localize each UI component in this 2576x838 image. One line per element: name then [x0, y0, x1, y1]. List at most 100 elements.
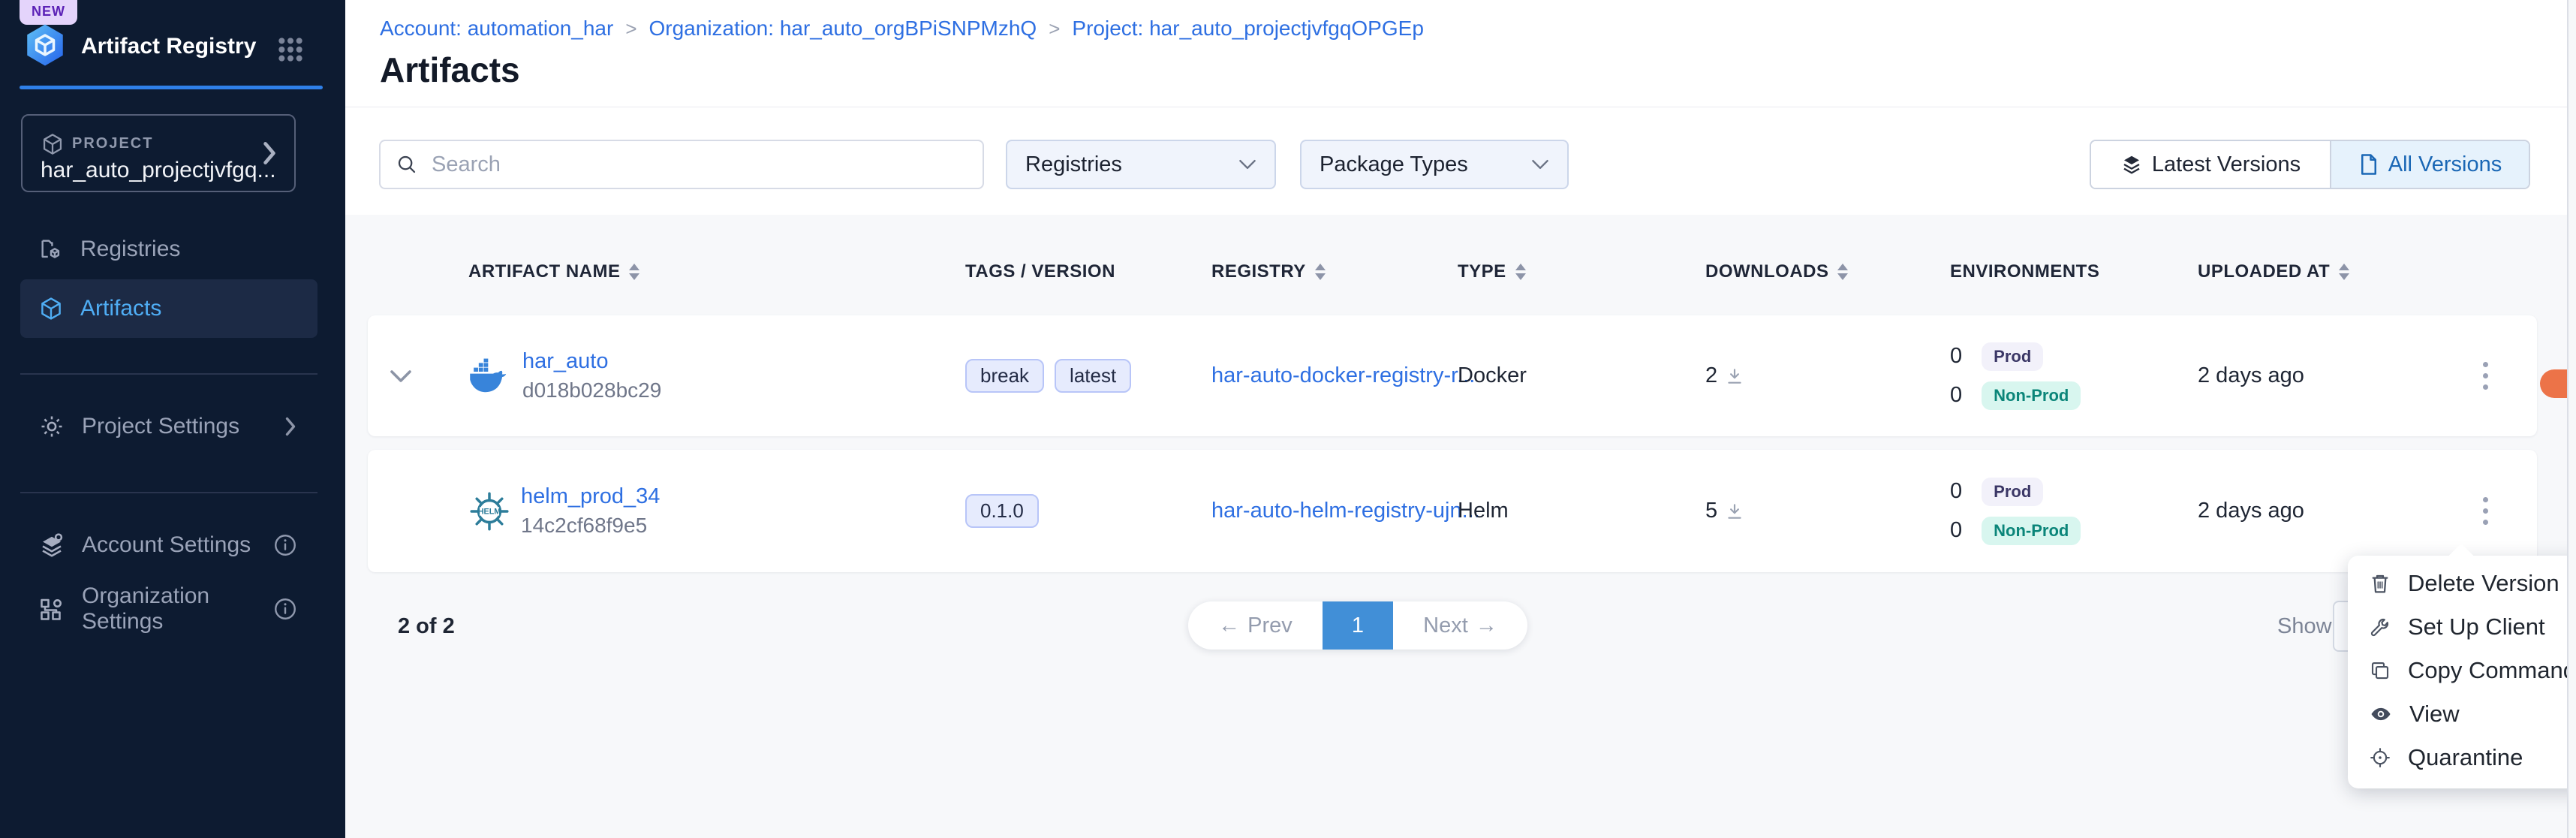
chevron-down-icon [1238, 158, 1256, 170]
env-prod-badge: Prod [1982, 342, 2043, 371]
project-cube-icon [41, 132, 65, 156]
menu-item-set-up-client[interactable]: Set Up Client [2348, 605, 2576, 649]
uploaded-at: 2 days ago [2192, 363, 2433, 388]
all-versions-button[interactable]: All Versions [2331, 141, 2529, 188]
sidebar-item-label: Registries [80, 237, 180, 262]
layers-gear-icon [38, 532, 65, 559]
prev-page-button[interactable]: ← Prev [1188, 601, 1323, 650]
env-prod-count: 0 [1950, 344, 1962, 369]
downloads-count: 5 [1705, 499, 1717, 523]
eye-icon [2369, 703, 2393, 725]
page-title: Artifacts [380, 50, 520, 90]
downloads-count: 2 [1705, 363, 1717, 388]
tag-pill[interactable]: latest [1055, 359, 1131, 393]
sort-icon[interactable] [1515, 264, 1526, 280]
project-name: har_auto_projectjvfgq... [41, 158, 276, 183]
svg-text:HELM: HELM [478, 507, 501, 516]
page-number-button[interactable]: 1 [1323, 601, 1393, 650]
uploaded-at: 2 days ago [2192, 499, 2433, 523]
sidebar-item-registries[interactable]: Registries [20, 222, 317, 276]
show-label: Show [2277, 614, 2332, 639]
env-nonprod-badge: Non-Prod [1982, 517, 2081, 545]
latest-versions-button[interactable]: Latest Versions [2091, 141, 2331, 188]
sidebar-item-project-settings[interactable]: Project Settings [20, 399, 317, 454]
download-icon [1725, 366, 1744, 386]
toolbar: Registries Package Types Latest Versions [345, 107, 2576, 215]
organization-gear-icon [38, 595, 65, 622]
breadcrumb-organization-link[interactable]: Organization: har_auto_orgBPiSNPMzhQ [649, 17, 1037, 41]
artifacts-icon [38, 296, 64, 321]
help-resource-button[interactable] [2540, 369, 2567, 398]
menu-item-view[interactable]: View [2348, 692, 2576, 736]
new-badge: NEW [20, 0, 77, 25]
search-input[interactable] [430, 152, 968, 178]
project-selector[interactable]: PROJECT har_auto_projectjvfgq... [21, 114, 296, 192]
latest-versions-label: Latest Versions [2152, 152, 2301, 177]
gear-icon [38, 413, 65, 440]
left-arrow-icon: ← [1218, 613, 1240, 638]
next-page-button[interactable]: Next → [1393, 601, 1527, 650]
all-versions-label: All Versions [2388, 152, 2502, 177]
column-header-artifact-name: ARTIFACT NAME [434, 261, 959, 282]
chevron-right-icon [283, 415, 298, 438]
breadcrumb-separator: > [1049, 17, 1060, 41]
info-icon[interactable] [272, 532, 298, 558]
app-title: Artifact Registry [81, 34, 256, 59]
row-actions-menu-button[interactable] [2475, 354, 2496, 397]
table-row: HELM helm_prod_34 14c2cf68f9e5 0.1.0 har… [368, 450, 2537, 572]
sidebar-item-artifacts[interactable]: Artifacts [20, 279, 317, 338]
breadcrumb-separator: > [625, 17, 636, 41]
env-nonprod-count: 0 [1950, 518, 1962, 543]
right-edge-gutter [2567, 0, 2576, 838]
sort-icon[interactable] [629, 264, 639, 280]
download-icon [1725, 502, 1744, 521]
env-nonprod-badge: Non-Prod [1982, 381, 2081, 410]
sidebar: NEW Artifact Registry PROJECT har_auto_p… [0, 0, 345, 838]
table-row: har_auto d018b028bc29 break latest har-a… [368, 315, 2537, 436]
docker-icon [468, 358, 512, 394]
artifact-name-link[interactable]: helm_prod_34 [521, 484, 660, 509]
menu-item-copy-command[interactable]: Copy Command [2348, 649, 2576, 692]
registry-link[interactable]: har-auto-helm-registry-ujn... [1211, 499, 1480, 523]
row-expander-chevron[interactable] [368, 369, 434, 384]
column-header-registry: REGISTRY [1205, 261, 1452, 282]
versions-toggle: Latest Versions All Versions [2090, 140, 2530, 189]
breadcrumb-account-link[interactable]: Account: automation_har [380, 17, 613, 41]
info-icon[interactable] [272, 596, 298, 622]
sidebar-accent-divider [20, 86, 323, 89]
sort-icon[interactable] [2339, 264, 2349, 280]
column-header-downloads: DOWNLOADS [1699, 261, 1944, 282]
right-arrow-icon: → [1476, 613, 1497, 638]
chevron-right-icon [260, 140, 279, 167]
page-header: Account: automation_har > Organization: … [345, 0, 2576, 107]
sort-icon[interactable] [1837, 264, 1848, 280]
version-pill[interactable]: 0.1.0 [965, 494, 1039, 528]
chevron-down-icon [390, 369, 412, 384]
artifact-name-link[interactable]: har_auto [522, 349, 661, 374]
file-icon [2358, 153, 2379, 176]
module-grid-icon[interactable] [275, 35, 306, 65]
sort-icon[interactable] [1315, 264, 1326, 280]
env-prod-badge: Prod [1982, 478, 2043, 506]
registries-filter-dropdown[interactable]: Registries [1006, 140, 1276, 189]
package-types-filter-dropdown[interactable]: Package Types [1300, 140, 1569, 189]
row-actions-menu-button[interactable] [2475, 490, 2496, 532]
row-actions-context-menu: Delete Version Set Up Client Copy Comman… [2348, 556, 2576, 788]
project-label: PROJECT [72, 135, 153, 152]
results-count: 2 of 2 [398, 614, 455, 639]
tag-pill[interactable]: break [965, 359, 1044, 393]
sidebar-divider [20, 492, 317, 493]
sidebar-item-account-settings[interactable]: Account Settings [20, 518, 317, 572]
menu-item-quarantine[interactable]: Quarantine [2348, 736, 2576, 779]
package-types-filter-label: Package Types [1320, 152, 1468, 177]
pagination: ← Prev 1 Next → [1188, 601, 1527, 650]
wrench-icon [2369, 616, 2391, 638]
helm-icon: HELM [468, 490, 510, 532]
sidebar-item-organization-settings[interactable]: Organization Settings [20, 582, 317, 636]
artifact-type: Helm [1452, 499, 1699, 523]
search-box [379, 140, 984, 189]
layers-icon [2120, 153, 2143, 176]
registry-link[interactable]: har-auto-docker-registry-r... [1211, 363, 1475, 387]
sidebar-item-label: Project Settings [82, 414, 239, 439]
breadcrumb-project-link[interactable]: Project: har_auto_projectjvfgqOPGEp [1072, 17, 1423, 41]
